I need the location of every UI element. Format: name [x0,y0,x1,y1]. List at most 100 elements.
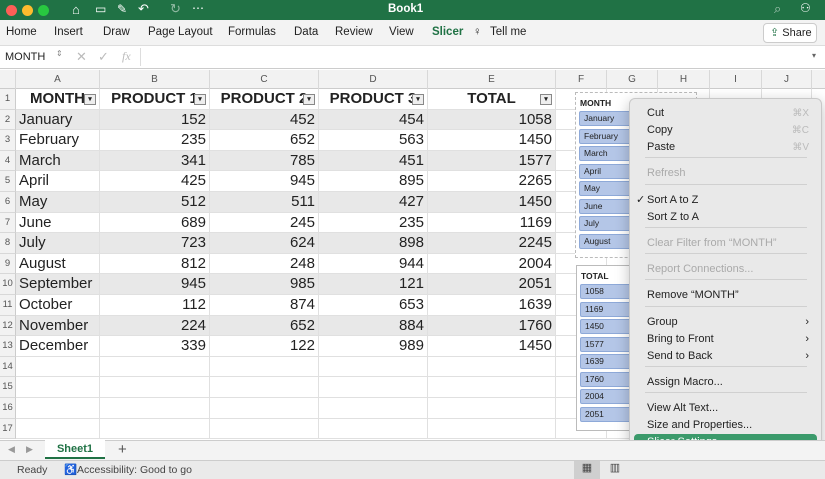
tab-data[interactable]: Data [294,26,318,38]
cell[interactable] [100,419,210,440]
table-cell[interactable]: 341 [100,151,210,172]
name-box[interactable]: MONTH [5,51,45,63]
table-header-cell[interactable]: TOTAL▾ [428,89,556,110]
row-header[interactable]: 11 [0,295,16,316]
more-icon[interactable]: ⋯ [192,1,204,15]
search-icon[interactable]: ⌕ [774,1,781,17]
tab-slicer[interactable]: Slicer [432,26,463,38]
table-cell[interactable]: 1058 [428,110,556,131]
filter-dropdown-icon[interactable]: ▾ [84,94,96,105]
table-cell[interactable]: 245 [210,213,319,234]
menu-item-size-and-properties[interactable]: Size and Properties... [634,417,817,434]
table-cell[interactable]: 653 [319,295,428,316]
column-header-b[interactable]: B [100,70,210,89]
cell[interactable] [319,398,428,419]
menu-item-paste[interactable]: Paste⌘V [634,139,817,156]
prev-sheet-icon[interactable]: ◀ [8,444,15,455]
table-cell[interactable]: 785 [210,151,319,172]
redo-icon[interactable]: ↻ [170,1,181,17]
cell[interactable] [16,398,100,419]
tab-view[interactable]: View [389,26,414,38]
cell[interactable] [428,398,556,419]
column-header-c[interactable]: C [210,70,319,89]
menu-item-cut[interactable]: Cut⌘X [634,105,817,122]
row-header[interactable]: 16 [0,398,16,419]
table-cell[interactable]: 689 [100,213,210,234]
table-cell[interactable]: 563 [319,130,428,151]
menu-item-refresh[interactable]: Refresh [634,165,817,182]
menu-item-report-connections[interactable]: Report Connections... [634,261,817,278]
column-header-h[interactable]: H [658,70,710,89]
add-sheet-button[interactable]: + [118,441,127,458]
table-cell[interactable]: May [16,192,100,213]
cell[interactable] [100,377,210,398]
filter-dropdown-icon[interactable]: ▾ [412,94,424,105]
filter-dropdown-icon[interactable]: ▾ [303,94,315,105]
cell[interactable] [428,377,556,398]
table-cell[interactable]: 512 [100,192,210,213]
table-cell[interactable]: 985 [210,274,319,295]
slicer-total[interactable]: TOTAL 10581169145015771639176020042051 [576,265,634,431]
cell[interactable] [428,357,556,378]
tab-insert[interactable]: Insert [54,26,83,38]
menu-item-sort-a-to-z[interactable]: ✓Sort A to Z [634,192,817,209]
menu-item-remove-month[interactable]: Remove “MONTH” [634,287,817,304]
table-cell[interactable]: 235 [100,130,210,151]
cell[interactable] [16,377,100,398]
row-header[interactable]: 8 [0,233,16,254]
cell[interactable] [319,357,428,378]
table-cell[interactable]: 248 [210,254,319,275]
table-cell[interactable]: 152 [100,110,210,131]
filter-dropdown-icon[interactable]: ▾ [194,94,206,105]
column-header-a[interactable]: A [16,70,100,89]
table-cell[interactable]: 1450 [428,192,556,213]
table-cell[interactable]: 451 [319,151,428,172]
tab-draw[interactable]: Draw [103,26,130,38]
menu-item-sort-z-to-a[interactable]: Sort Z to A [634,209,817,226]
cell[interactable] [319,419,428,440]
formula-input[interactable] [140,48,810,66]
table-cell[interactable]: 339 [100,336,210,357]
filter-dropdown-icon[interactable]: ▾ [540,94,552,105]
cell[interactable] [319,377,428,398]
table-cell[interactable]: December [16,336,100,357]
menu-item-view-alt-text[interactable]: View Alt Text... [634,400,817,417]
column-header-g[interactable]: G [607,70,658,89]
zoom-window-button[interactable] [38,5,49,16]
row-header[interactable]: 10 [0,274,16,295]
page-layout-view-button[interactable]: ▥ [604,461,626,479]
close-window-button[interactable] [6,5,17,16]
table-cell[interactable]: October [16,295,100,316]
column-header-d[interactable]: D [319,70,428,89]
save-icon[interactable]: ▭ [95,2,106,16]
cell[interactable] [428,419,556,440]
cell[interactable] [210,377,319,398]
menu-item-copy[interactable]: Copy⌘C [634,122,817,139]
table-cell[interactable]: 121 [319,274,428,295]
table-cell[interactable]: 1577 [428,151,556,172]
table-cell[interactable]: 2245 [428,233,556,254]
row-header[interactable]: 13 [0,336,16,357]
row-header[interactable]: 6 [0,192,16,213]
table-cell[interactable]: 874 [210,295,319,316]
row-header[interactable]: 15 [0,377,16,398]
table-cell[interactable]: September [16,274,100,295]
enter-icon[interactable]: ✓ [98,49,109,65]
table-cell[interactable]: 1450 [428,130,556,151]
row-header[interactable]: 5 [0,171,16,192]
cell[interactable] [16,419,100,440]
cell[interactable] [210,419,319,440]
column-header-j[interactable]: J [762,70,812,89]
select-all-button[interactable] [0,70,16,89]
table-header-cell[interactable]: MONTH▾ [16,89,100,110]
table-cell[interactable]: 1760 [428,316,556,337]
table-cell[interactable]: 652 [210,316,319,337]
table-cell[interactable]: 945 [210,171,319,192]
cell[interactable] [210,398,319,419]
row-header[interactable]: 1 [0,89,16,110]
table-cell[interactable]: 1639 [428,295,556,316]
table-cell[interactable]: 884 [319,316,428,337]
row-header[interactable]: 2 [0,110,16,131]
cancel-icon[interactable]: ✕ [76,49,87,65]
share-button[interactable]: ⇪ Share [763,23,817,43]
